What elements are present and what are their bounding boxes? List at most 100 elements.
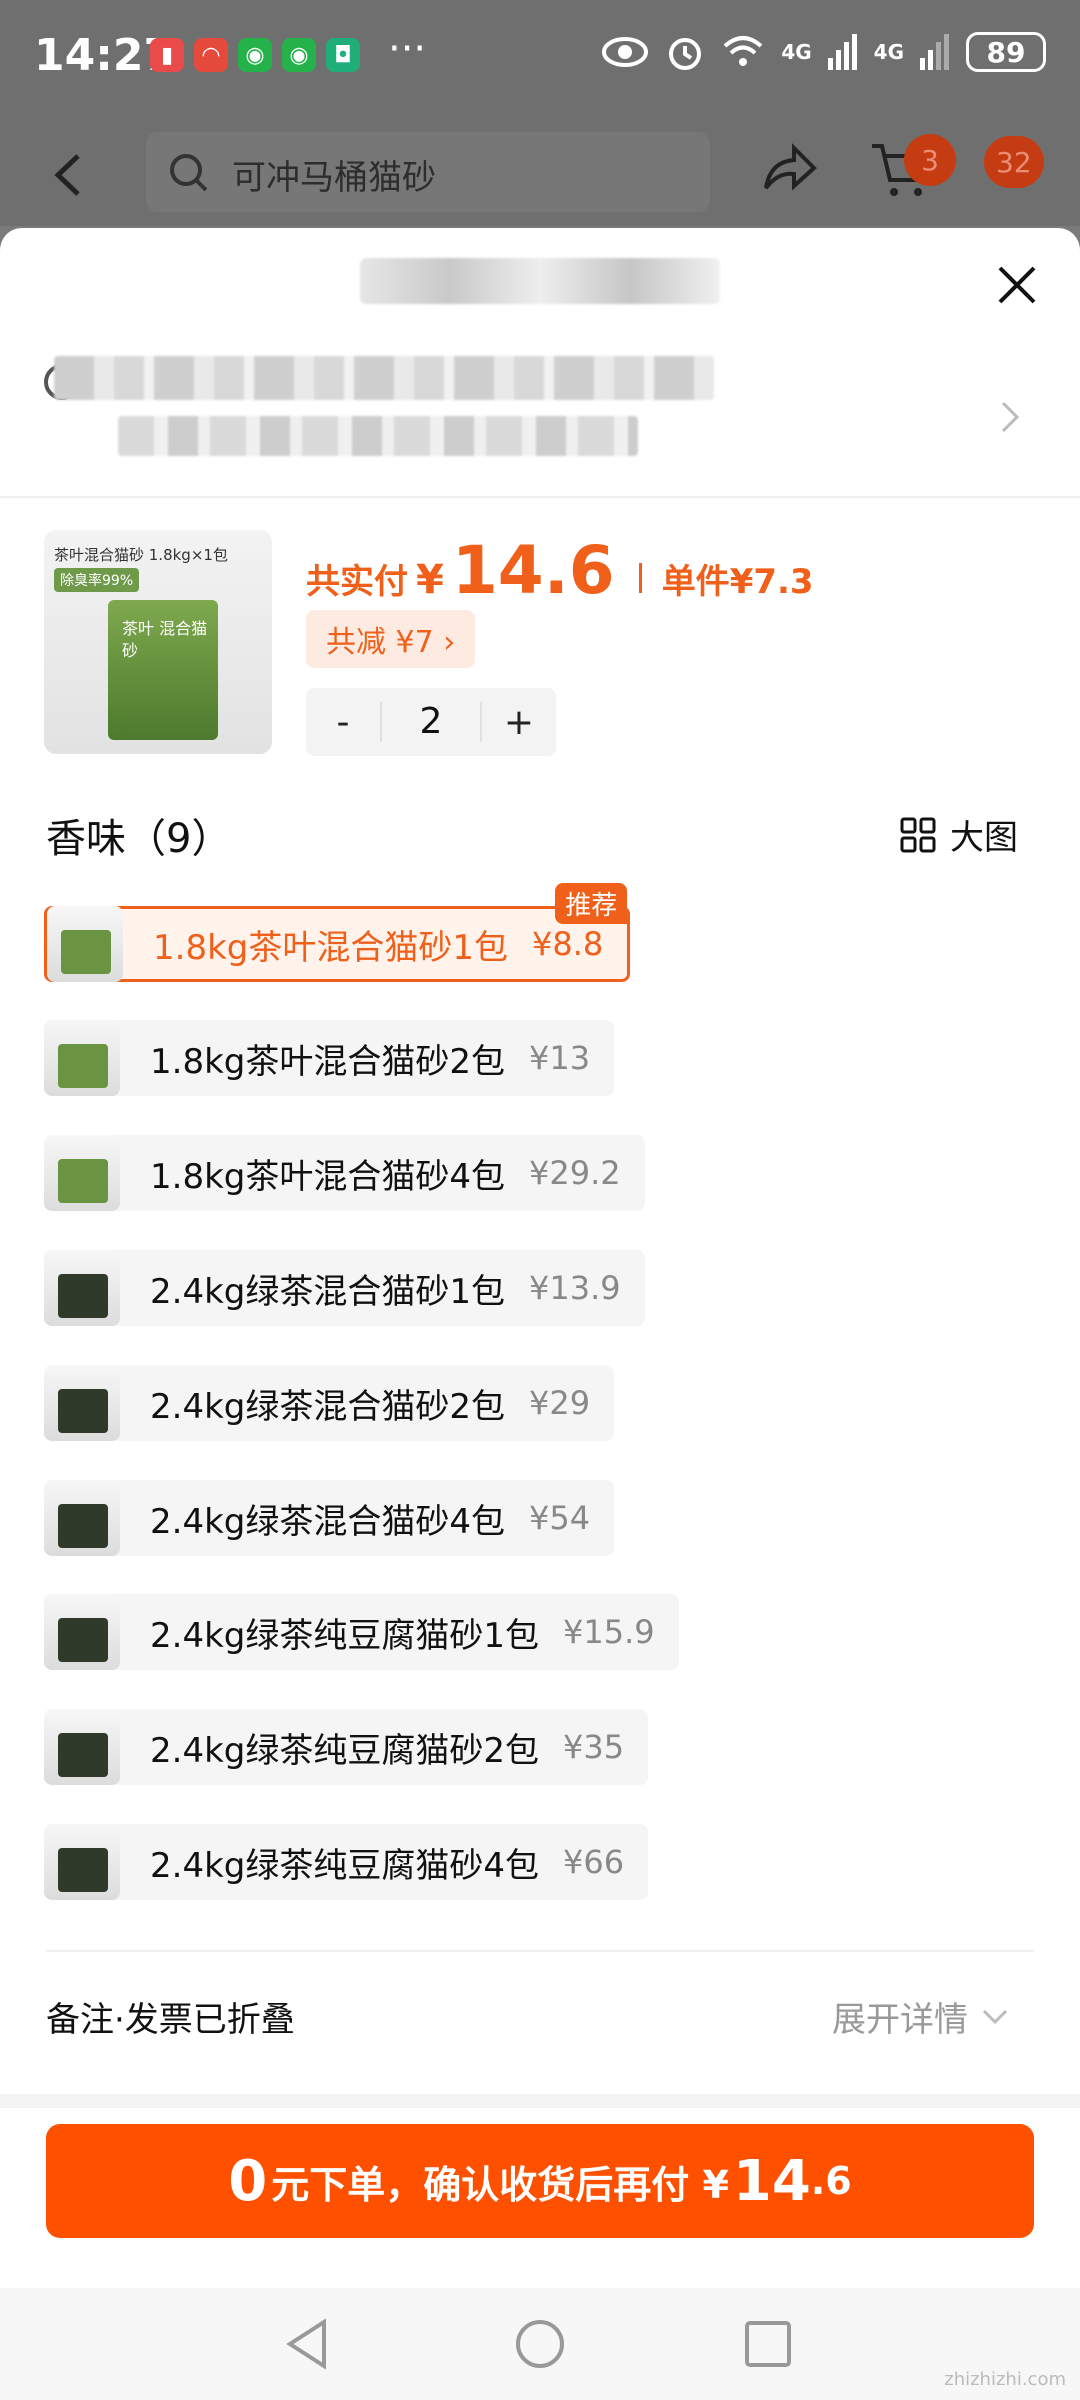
option-thumbnail bbox=[44, 1709, 120, 1785]
wechat-icon-2: ◉ bbox=[282, 38, 316, 72]
option-price: ¥13.9 bbox=[528, 1269, 621, 1307]
mi-app-icon: ◘ bbox=[326, 38, 360, 72]
option-price: ¥29.2 bbox=[528, 1154, 621, 1192]
place-order-button[interactable]: 0 元下单，确认收货后再付 ¥ 14 .6 bbox=[46, 2124, 1034, 2238]
signal-icon-2 bbox=[920, 34, 949, 70]
signal-icon bbox=[827, 34, 857, 70]
watermark-text: zhizhizhi.com bbox=[944, 2369, 1066, 2390]
decrement-button[interactable]: - bbox=[306, 702, 380, 743]
increment-button[interactable]: + bbox=[482, 702, 556, 743]
price-separator bbox=[638, 563, 642, 593]
option-item[interactable]: 2.4kg绿茶纯豆腐猫砂2包 ¥35 bbox=[44, 1709, 649, 1785]
option-thumbnail bbox=[47, 906, 123, 982]
book-app-icon: ▮ bbox=[150, 38, 184, 72]
option-item[interactable]: 2.4kg绿茶纯豆腐猫砂4包 ¥66 bbox=[44, 1824, 649, 1900]
option-item-selected[interactable]: 推荐 1.8kg茶叶混合猫砂1包 ¥8.8 bbox=[44, 883, 631, 982]
system-nav-bar: zhizhizhi.com bbox=[0, 2288, 1080, 2400]
expand-details-button[interactable]: 展开详情 bbox=[832, 1992, 1008, 2041]
total-pay-line: 共实付 ¥ 14.6 单件 ¥7.3 bbox=[306, 532, 814, 609]
option-name: 2.4kg绿茶纯豆腐猫砂4包 bbox=[150, 1845, 539, 1886]
product-bag-graphic: 茶叶 混合猫砂 bbox=[108, 600, 218, 740]
option-name: 2.4kg绿茶混合猫砂1包 bbox=[150, 1271, 505, 1312]
nav-back-icon[interactable] bbox=[284, 2318, 330, 2370]
more-badge: 32 bbox=[984, 136, 1044, 188]
option-name: 2.4kg绿茶混合猫砂4包 bbox=[150, 1501, 505, 1542]
address-detail-redacted bbox=[118, 416, 638, 456]
option-item[interactable]: 2.4kg绿茶混合猫砂4包 ¥54 bbox=[44, 1480, 615, 1556]
unit-label: 单件 bbox=[661, 562, 730, 602]
product-image-tag: 除臭率99% bbox=[54, 568, 140, 592]
option-name: 2.4kg绿茶混合猫砂2包 bbox=[150, 1386, 505, 1427]
quantity-value[interactable]: 2 bbox=[380, 702, 482, 742]
cta-amount-dec: .6 bbox=[810, 2159, 852, 2203]
address-line-redacted bbox=[54, 356, 714, 400]
option-price: ¥15.9 bbox=[562, 1613, 655, 1651]
option-item[interactable]: 1.8kg茶叶混合猫砂4包 ¥29.2 bbox=[44, 1135, 645, 1211]
wifi-icon bbox=[723, 36, 763, 66]
option-name: 1.8kg茶叶混合猫砂2包 bbox=[150, 1041, 505, 1082]
eye-icon bbox=[602, 37, 649, 67]
notification-icons: ▮ ◠ ◉ ◉ ◘ bbox=[150, 38, 360, 72]
option-thumbnail bbox=[44, 1824, 120, 1900]
option-item[interactable]: 2.4kg绿茶混合猫砂2包 ¥29 bbox=[44, 1365, 615, 1441]
search-placeholder: 可冲马桶猫砂 bbox=[232, 158, 436, 198]
cart-badge: 3 bbox=[904, 134, 956, 186]
product-bag-text: 茶叶 混合猫砂 bbox=[122, 619, 208, 660]
option-thumbnail bbox=[44, 1135, 120, 1211]
divider bbox=[0, 496, 1080, 498]
option-thumbnail bbox=[44, 1020, 120, 1096]
network-label-2: 4G bbox=[873, 40, 904, 64]
option-item[interactable]: 2.4kg绿茶纯豆腐猫砂1包 ¥15.9 bbox=[44, 1594, 679, 1670]
search-bar[interactable]: 可冲马桶猫砂 bbox=[146, 132, 710, 212]
option-price: ¥29 bbox=[528, 1384, 591, 1422]
currency-symbol: ¥ bbox=[416, 557, 444, 603]
close-icon[interactable] bbox=[996, 264, 1038, 306]
more-notifications-icon: ··· bbox=[388, 26, 427, 72]
option-name: 1.8kg茶叶混合猫砂1包 bbox=[153, 927, 508, 968]
total-pay-amount: 14.6 bbox=[451, 532, 615, 609]
sheet-header bbox=[0, 228, 1080, 308]
chevron-down-icon bbox=[982, 2009, 1008, 2024]
nav-recents-icon[interactable] bbox=[744, 2320, 792, 2368]
alarm-icon bbox=[669, 38, 702, 70]
option-name: 2.4kg绿茶纯豆腐猫砂1包 bbox=[150, 1615, 539, 1656]
share-icon[interactable] bbox=[760, 140, 818, 196]
option-name: 2.4kg绿茶纯豆腐猫砂2包 bbox=[150, 1730, 539, 1771]
big-picture-toggle[interactable]: 大图 bbox=[900, 810, 1018, 859]
option-thumbnail bbox=[44, 1594, 120, 1670]
back-arrow-icon[interactable] bbox=[50, 152, 86, 198]
option-name: 1.8kg茶叶混合猫砂4包 bbox=[150, 1156, 505, 1197]
option-price: ¥66 bbox=[562, 1843, 625, 1881]
grid-icon bbox=[900, 817, 936, 852]
network-label-1: 4G bbox=[781, 40, 812, 64]
option-price: ¥54 bbox=[528, 1499, 591, 1537]
option-price: ¥8.8 bbox=[531, 925, 604, 963]
sku-selector-sheet: 茶叶混合猫砂 1.8kg×1包 除臭率99% 茶叶 混合猫砂 共实付 ¥ 14.… bbox=[0, 228, 1080, 2400]
battery-indicator: 89 bbox=[966, 32, 1046, 72]
option-thumbnail bbox=[44, 1250, 120, 1326]
product-image[interactable]: 茶叶混合猫砂 1.8kg×1包 除臭率99% 茶叶 混合猫砂 bbox=[44, 530, 272, 754]
big-picture-label: 大图 bbox=[950, 818, 1018, 858]
status-right: 4G 4G 89 bbox=[601, 32, 1046, 72]
option-item[interactable]: 2.4kg绿茶混合猫砂1包 ¥13.9 bbox=[44, 1250, 645, 1326]
shop-app-icon: ◠ bbox=[194, 38, 228, 72]
cta-zero: 0 bbox=[228, 2148, 268, 2214]
cta-amount-int: 14 bbox=[732, 2148, 811, 2214]
address-section[interactable] bbox=[44, 356, 1044, 476]
section-separator bbox=[0, 2094, 1080, 2108]
option-item[interactable]: 1.8kg茶叶混合猫砂2包 ¥13 bbox=[44, 1020, 615, 1096]
unit-price: ¥7.3 bbox=[729, 562, 814, 602]
chevron-right-icon[interactable] bbox=[1000, 400, 1020, 434]
scent-section-title: 香味（9） bbox=[46, 816, 232, 862]
status-bar: 14:27 ▮ ◠ ◉ ◉ ◘ ··· 4G 4G 89 bbox=[0, 0, 1080, 116]
discount-badge[interactable]: 共减 ¥7 › bbox=[306, 610, 476, 668]
nav-home-icon[interactable] bbox=[514, 2318, 566, 2370]
remarks-label: 备注·发票已折叠 bbox=[46, 2000, 295, 2040]
option-price: ¥35 bbox=[562, 1728, 625, 1766]
option-thumbnail bbox=[44, 1365, 120, 1441]
cta-text: 元下单，确认收货后再付 ¥ bbox=[271, 2162, 729, 2207]
total-pay-label: 共实付 bbox=[306, 562, 408, 602]
wechat-icon: ◉ bbox=[238, 38, 272, 72]
recommend-tag: 推荐 bbox=[555, 883, 628, 924]
option-thumbnail bbox=[44, 1480, 120, 1556]
